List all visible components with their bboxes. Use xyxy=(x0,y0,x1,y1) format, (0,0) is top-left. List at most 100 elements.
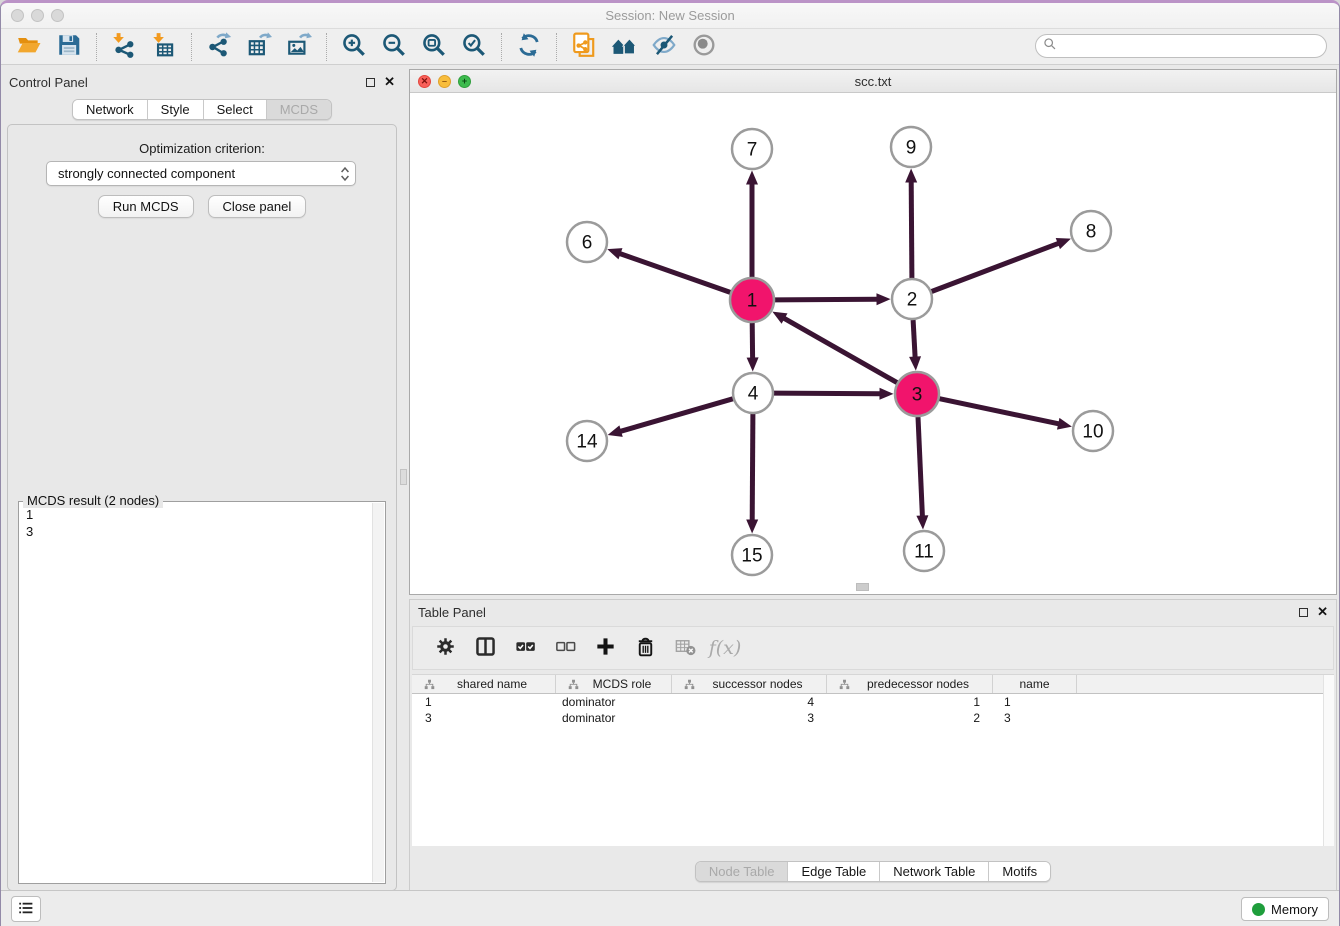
cell-shared-name[interactable]: 1 xyxy=(412,694,556,710)
memory-button[interactable]: Memory xyxy=(1241,897,1329,921)
tab-select[interactable]: Select xyxy=(204,100,267,119)
cell-name[interactable]: 1 xyxy=(993,694,1077,710)
edge-2-9[interactable] xyxy=(911,182,912,278)
control-panel-tabs: NetworkStyleSelectMCDS xyxy=(72,99,332,120)
table-row[interactable]: 1dominator411 xyxy=(412,694,1334,710)
column-header-name[interactable]: name xyxy=(993,675,1077,693)
edge-1-6[interactable] xyxy=(620,254,730,293)
home-button[interactable] xyxy=(604,31,644,63)
edge-2-3[interactable] xyxy=(913,320,915,357)
edge-4-3[interactable] xyxy=(774,393,880,394)
export-network-button[interactable] xyxy=(199,31,239,63)
import-network-button[interactable] xyxy=(104,31,144,63)
save-session-button[interactable] xyxy=(49,31,89,63)
result-scrollbar[interactable] xyxy=(372,503,384,882)
select-all-rows-button[interactable] xyxy=(507,630,543,666)
search-input[interactable] xyxy=(1057,39,1326,53)
node-9[interactable]: 9 xyxy=(891,127,931,167)
close-table-panel-icon[interactable]: ✕ xyxy=(1317,607,1328,617)
canvas-splitter-handle[interactable] xyxy=(856,583,869,591)
edge-3-11[interactable] xyxy=(918,417,922,516)
column-header-predecessor-nodes[interactable]: predecessor nodes xyxy=(827,675,993,693)
node-3[interactable]: 3 xyxy=(895,372,939,416)
column-label: MCDS role xyxy=(573,677,671,691)
export-image-button[interactable] xyxy=(279,31,319,63)
network-window-titlebar: ✕ – + scc.txt xyxy=(410,70,1336,93)
export-image-icon xyxy=(286,32,312,61)
refresh-icon xyxy=(516,32,542,61)
column-header-mcds-role[interactable]: MCDS role xyxy=(556,675,672,693)
cell-successor-nodes[interactable]: 4 xyxy=(672,694,827,710)
node-14[interactable]: 14 xyxy=(567,421,607,461)
tab-node-table[interactable]: Node Table xyxy=(696,862,789,881)
delete-column-button[interactable] xyxy=(627,630,663,666)
chevron-updown-icon xyxy=(335,165,355,183)
app-titlebar: Session: New Session xyxy=(1,3,1339,29)
zoom-selected-button[interactable] xyxy=(454,31,494,63)
delete-table-button xyxy=(667,630,703,666)
mcds-result-list: 13 xyxy=(19,504,371,883)
select-all-icon xyxy=(514,635,537,661)
node-2[interactable]: 2 xyxy=(892,279,932,319)
zoom-out-button[interactable] xyxy=(374,31,414,63)
float-table-panel-icon[interactable] xyxy=(1299,608,1308,617)
optimization-criterion-dropdown[interactable]: strongly connected component xyxy=(46,161,356,186)
cell-predecessor-nodes[interactable]: 2 xyxy=(827,710,993,726)
tree-icon xyxy=(562,679,573,690)
control-panel: Control Panel ✕ NetworkStyleSelectMCDS O… xyxy=(5,69,399,891)
edge-3-1[interactable] xyxy=(784,318,897,382)
clone-network-button[interactable] xyxy=(564,31,604,63)
table-row[interactable]: 3dominator323 xyxy=(412,710,1334,726)
edge-1-2[interactable] xyxy=(775,299,877,300)
cell-mcds-role[interactable]: dominator xyxy=(556,710,672,726)
node-1[interactable]: 1 xyxy=(730,278,774,322)
column-header-shared-name[interactable]: shared name xyxy=(412,675,556,693)
edge-4-15[interactable] xyxy=(752,414,753,520)
edge-3-10[interactable] xyxy=(940,399,1059,424)
cell-mcds-role[interactable]: dominator xyxy=(556,694,672,710)
toolbar-separator xyxy=(501,33,502,61)
splitter-handle[interactable] xyxy=(400,469,407,485)
hide-panels-button[interactable] xyxy=(644,31,684,63)
network-canvas[interactable]: 7 9 6 8 1 2 4 3 14 10 15 11 xyxy=(410,93,1336,594)
open-session-button[interactable] xyxy=(9,31,49,63)
tab-mcds[interactable]: MCDS xyxy=(267,100,331,119)
tab-edge-table[interactable]: Edge Table xyxy=(788,862,880,881)
close-panel-icon[interactable]: ✕ xyxy=(384,77,395,87)
deselect-all-rows-button[interactable] xyxy=(547,630,583,666)
vertical-splitter[interactable] xyxy=(399,65,409,890)
node-7[interactable]: 7 xyxy=(732,129,772,169)
column-header-successor-nodes[interactable]: successor nodes xyxy=(672,675,827,693)
node-11[interactable]: 11 xyxy=(904,531,944,571)
import-table-button[interactable] xyxy=(144,31,184,63)
zoom-in-button[interactable] xyxy=(334,31,374,63)
tab-network[interactable]: Network xyxy=(73,100,148,119)
tab-network-table[interactable]: Network Table xyxy=(880,862,989,881)
cell-successor-nodes[interactable]: 3 xyxy=(672,710,827,726)
tab-style[interactable]: Style xyxy=(148,100,204,119)
edge-4-14[interactable] xyxy=(621,399,733,432)
table-scrollbar[interactable] xyxy=(1323,675,1334,846)
cell-name[interactable]: 3 xyxy=(993,710,1077,726)
export-table-button[interactable] xyxy=(239,31,279,63)
node-10[interactable]: 10 xyxy=(1073,411,1113,451)
add-column-button[interactable] xyxy=(587,630,623,666)
edge-2-8[interactable] xyxy=(932,243,1059,291)
refresh-layout-button[interactable] xyxy=(509,31,549,63)
search-box[interactable] xyxy=(1035,34,1327,58)
tab-motifs[interactable]: Motifs xyxy=(989,862,1050,881)
run-mcds-button[interactable]: Run MCDS xyxy=(98,195,194,218)
cell-predecessor-nodes[interactable]: 1 xyxy=(827,694,993,710)
zoom-fit-button[interactable] xyxy=(414,31,454,63)
node-6[interactable]: 6 xyxy=(567,222,607,262)
task-history-button[interactable] xyxy=(11,896,41,922)
close-panel-button[interactable]: Close panel xyxy=(208,195,307,218)
node-15[interactable]: 15 xyxy=(732,535,772,575)
node-4[interactable]: 4 xyxy=(733,373,773,413)
show-columns-button[interactable] xyxy=(467,630,503,666)
node-8[interactable]: 8 xyxy=(1071,211,1111,251)
float-panel-icon[interactable] xyxy=(366,78,375,87)
node-table: shared name MCDS rolesuccessor nodesprede… xyxy=(412,674,1334,846)
cell-shared-name[interactable]: 3 xyxy=(412,710,556,726)
table-settings-button[interactable] xyxy=(427,630,463,666)
